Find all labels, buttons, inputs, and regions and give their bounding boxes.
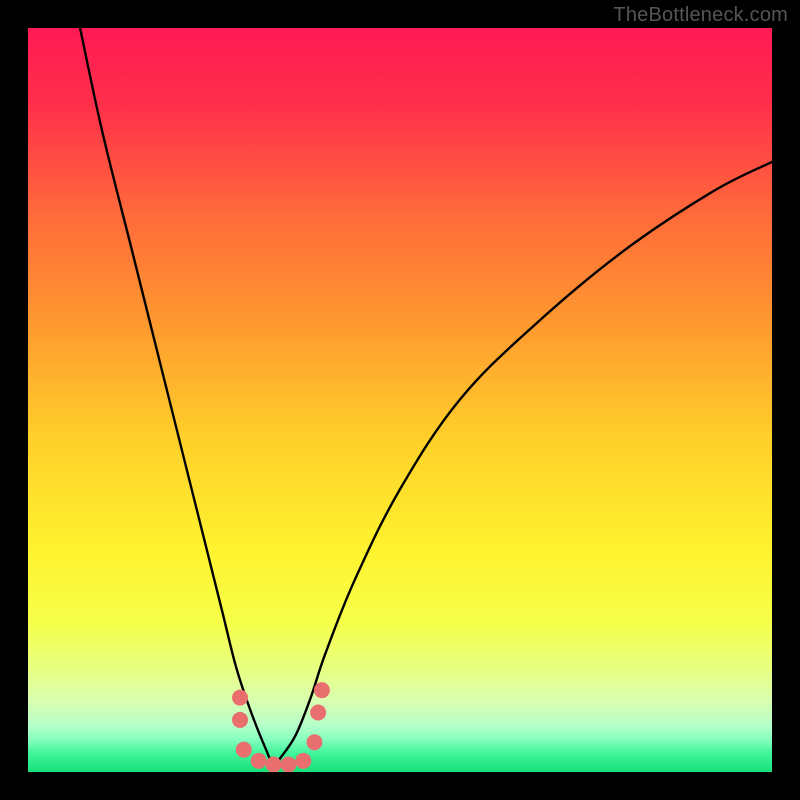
curve-marker (232, 712, 248, 728)
curve-marker (232, 690, 248, 706)
curve-marker (251, 753, 267, 769)
chart-svg (28, 28, 772, 772)
curve-marker (310, 704, 326, 720)
outer-frame: TheBottleneck.com (0, 0, 800, 800)
curve-marker (295, 753, 311, 769)
curve-marker (306, 734, 322, 750)
curve-marker (236, 742, 252, 758)
plot-area (28, 28, 772, 772)
curve-marker (266, 757, 282, 772)
curve-marker (280, 757, 296, 772)
attribution-label: TheBottleneck.com (613, 4, 788, 27)
curve-marker (314, 682, 330, 698)
gradient-background (28, 28, 772, 772)
